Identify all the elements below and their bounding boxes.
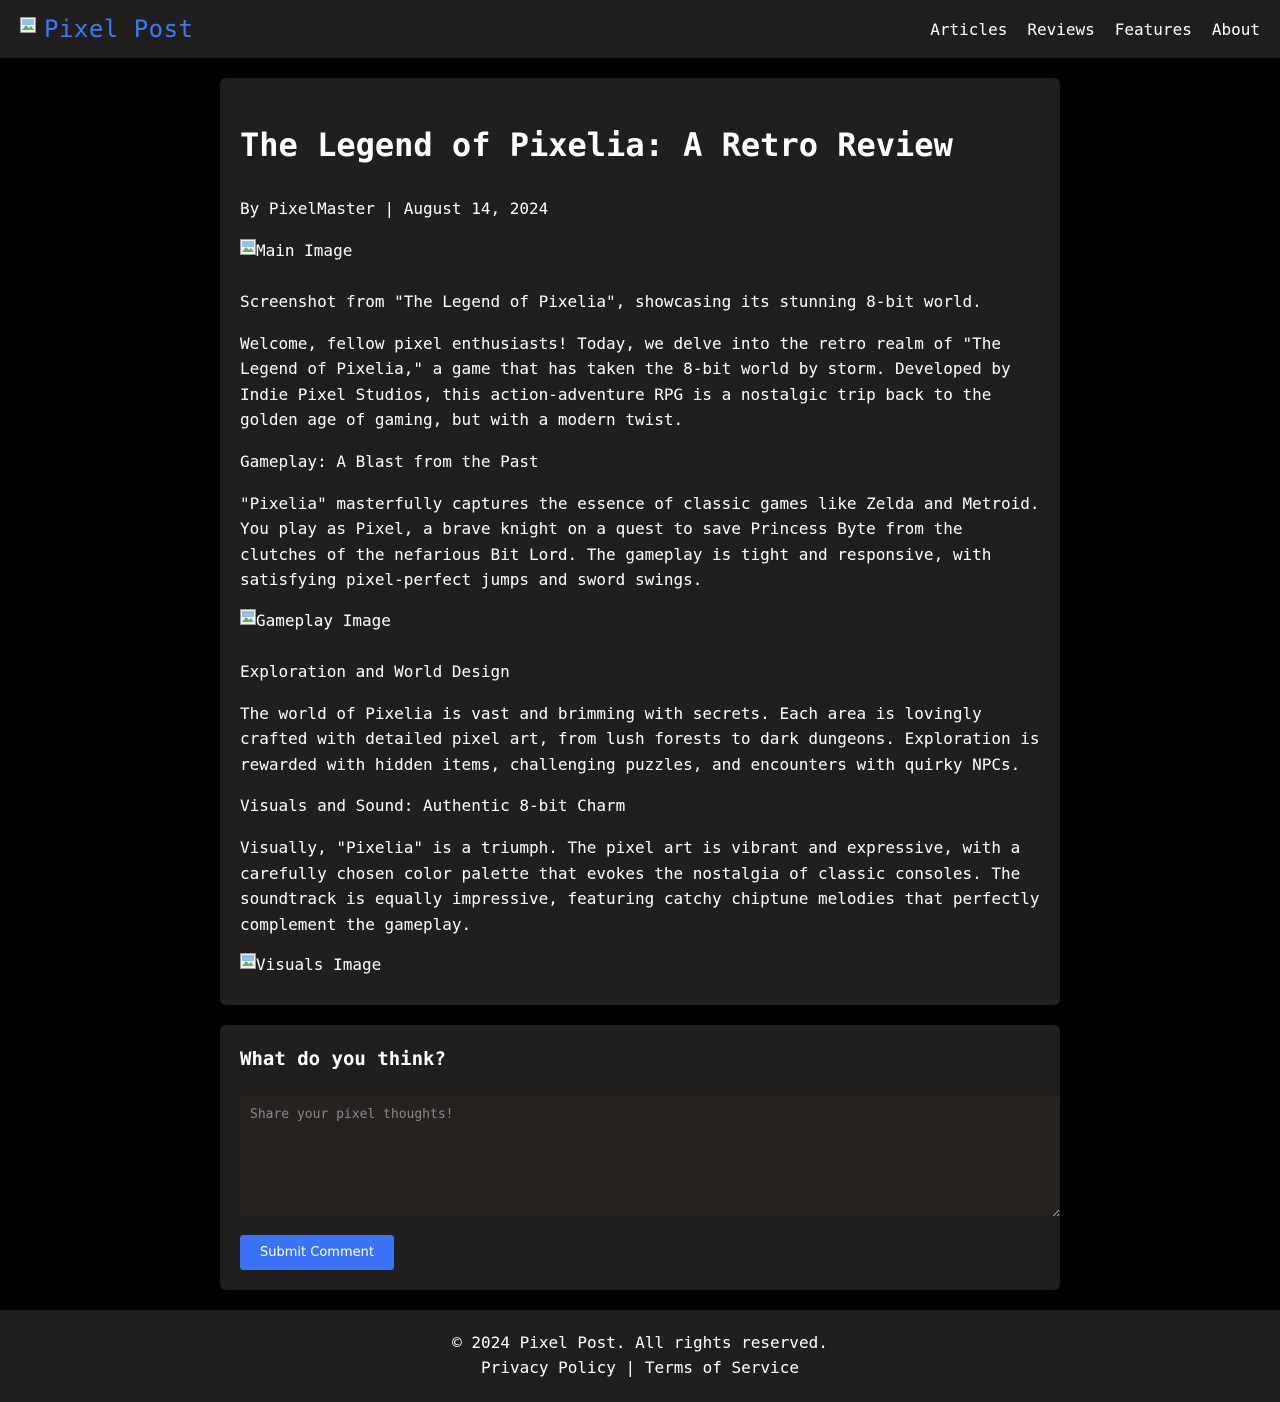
image-caption: Screenshot from "The Legend of Pixelia",… — [240, 292, 982, 311]
footer-separator: | — [625, 1358, 636, 1378]
terms-of-service-link[interactable]: Terms of Service — [645, 1358, 799, 1377]
gameplay-paragraph: "Pixelia" masterfully captures the essen… — [240, 493, 1040, 590]
nav-articles[interactable]: Articles — [930, 20, 1007, 39]
comment-textarea[interactable] — [240, 1097, 1060, 1218]
site-header: Pixel Post Articles Reviews Features Abo… — [0, 0, 1280, 58]
broken-image-icon — [20, 17, 36, 33]
article-title: The Legend of Pixelia: A Retro Review — [240, 126, 953, 164]
exploration-heading: Exploration and World Design — [240, 661, 510, 681]
nav-reviews[interactable]: Reviews — [1027, 20, 1094, 39]
main-container: The Legend of Pixelia: A Retro Review By… — [220, 78, 1060, 1291]
broken-image-icon — [240, 953, 256, 970]
main-image: Main Image — [240, 239, 1040, 263]
nav-about[interactable]: About — [1212, 20, 1260, 39]
visuals-paragraph: Visually, "Pixelia" is a triumph. The pi… — [240, 837, 1040, 934]
comments-heading: What do you think? — [240, 1048, 446, 1071]
broken-image-icon — [240, 608, 256, 625]
comments-card: What do you think? Submit Comment — [220, 1025, 1060, 1291]
footer-links: Privacy Policy | Terms of Service — [0, 1355, 1280, 1380]
submit-comment-button[interactable]: Submit Comment — [240, 1235, 394, 1271]
privacy-policy-link[interactable]: Privacy Policy — [481, 1358, 616, 1377]
brand-name: Pixel Post — [44, 15, 194, 43]
gameplay-heading: Gameplay: A Blast from the Past — [240, 451, 539, 471]
intro-paragraph: Welcome, fellow pixel enthusiasts! Today… — [240, 333, 1011, 430]
exploration-paragraph: The world of Pixelia is vast and brimmin… — [240, 703, 1040, 774]
visuals-heading: Visuals and Sound: Authentic 8-bit Charm — [240, 796, 626, 816]
copyright-text: © 2024 Pixel Post. All rights reserved. — [452, 1333, 828, 1353]
gameplay-image-alt: Gameplay Image — [256, 610, 391, 630]
article-card: The Legend of Pixelia: A Retro Review By… — [220, 78, 1060, 1006]
article-meta: By PixelMaster | August 14, 2024 — [240, 199, 549, 218]
main-image-alt: Main Image — [256, 241, 353, 260]
visuals-image: Visuals Image — [240, 953, 1040, 977]
nav-features[interactable]: Features — [1115, 20, 1192, 39]
main-nav: Articles Reviews Features About — [930, 20, 1260, 39]
broken-image-icon — [240, 239, 256, 255]
site-footer: © 2024 Pixel Post. All rights reserved. … — [0, 1310, 1280, 1402]
visuals-image-alt: Visuals Image — [256, 955, 382, 975]
gameplay-image: Gameplay Image — [240, 608, 1040, 633]
brand-link[interactable]: Pixel Post — [20, 15, 194, 43]
